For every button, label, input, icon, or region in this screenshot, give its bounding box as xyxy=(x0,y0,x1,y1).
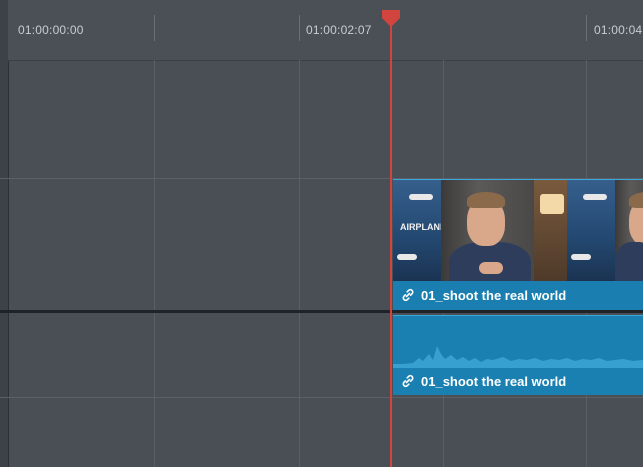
thumbnail-frame xyxy=(567,180,615,281)
thumbnail-frame xyxy=(533,180,568,281)
timecode-label: 01:00:02:07 xyxy=(306,23,372,37)
thumbnail-frame: AIRPLANES xyxy=(393,180,452,281)
thumbnail-frame xyxy=(440,180,534,281)
playhead-line[interactable] xyxy=(390,12,392,467)
track-side-mark xyxy=(0,397,8,398)
link-icon xyxy=(402,288,414,302)
ruler-tick xyxy=(299,15,300,41)
timecode-label: 01:00:04 xyxy=(594,23,643,37)
person-hands xyxy=(478,262,503,274)
ruler-tick xyxy=(154,15,155,41)
airplane-graphic xyxy=(409,194,433,200)
person-hair xyxy=(466,192,505,208)
clip-label-bar: 01_shoot the real world xyxy=(393,280,643,310)
track-separator xyxy=(8,397,643,398)
person-shirt xyxy=(614,242,643,281)
timeline-editor[interactable]: 01:00:00:00 01:00:02:07 01:00:04 AIRPLAN… xyxy=(0,0,643,467)
airplane-graphic xyxy=(571,254,592,260)
timecode-ruler[interactable]: 01:00:00:00 01:00:02:07 01:00:04 xyxy=(8,0,643,61)
audio-waveform xyxy=(393,346,643,368)
playhead-marker-icon[interactable] xyxy=(381,10,401,28)
audio-clip[interactable]: 01_shoot the real world xyxy=(393,315,643,395)
link-icon xyxy=(402,374,414,388)
video-clip[interactable]: AIRPLANES 01_shoot the real world xyxy=(393,179,643,310)
clip-label-bar: 01_shoot the real world xyxy=(393,367,643,395)
clip-thumbnails: AIRPLANES xyxy=(393,180,643,281)
timecode-label: 01:00:00:00 xyxy=(18,23,84,37)
airplane-graphic xyxy=(583,194,608,200)
airplane-graphic xyxy=(397,254,417,260)
ruler-tick xyxy=(586,15,587,41)
clip-name: 01_shoot the real world xyxy=(421,373,567,389)
thumbnail-frame xyxy=(614,180,643,281)
clip-name: 01_shoot the real world xyxy=(421,287,567,303)
track-side-mark xyxy=(0,178,8,179)
person-hair xyxy=(628,192,643,208)
lamp-graphic xyxy=(539,194,564,214)
